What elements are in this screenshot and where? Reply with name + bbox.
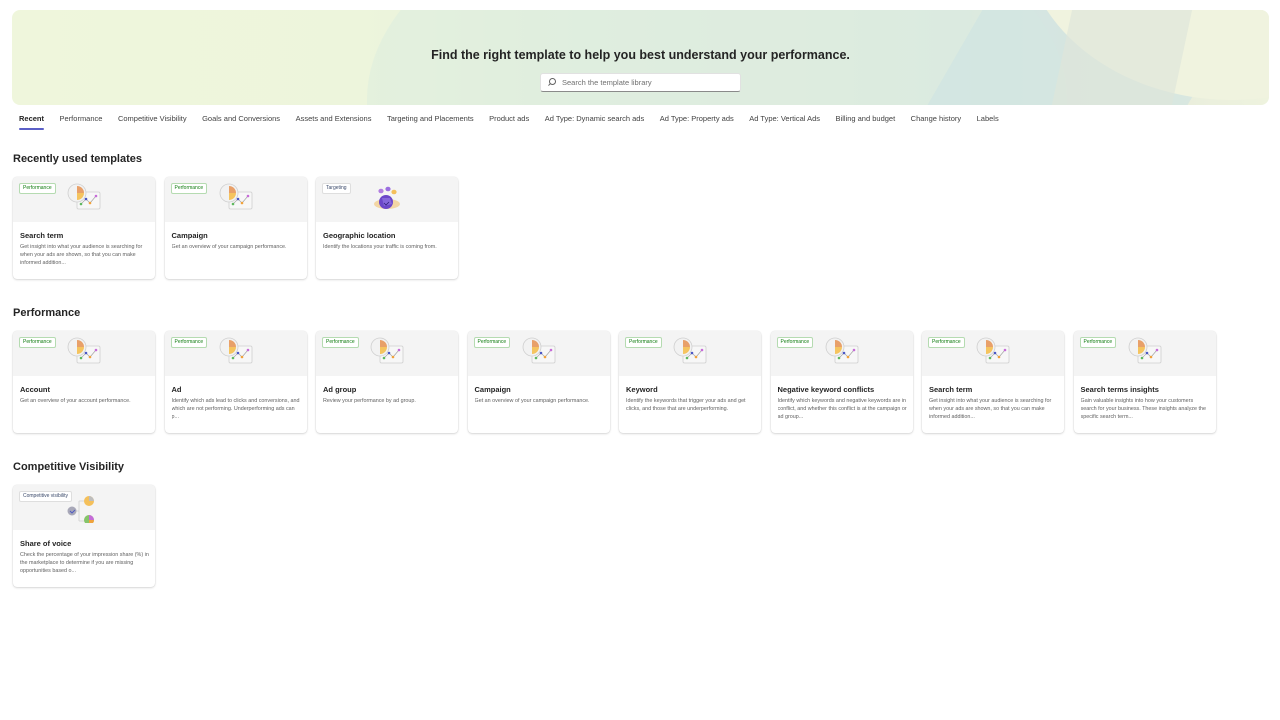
tab-performance[interactable]: Performance	[60, 112, 103, 132]
tab-recent[interactable]: Recent	[19, 112, 45, 132]
card-title: Share of voice	[20, 539, 72, 548]
performance-chart-icon	[522, 337, 556, 367]
performance-chart-icon	[1128, 337, 1162, 367]
card-description: Gain valuable insights into how your cus…	[1080, 398, 1206, 420]
template-card[interactable]: Performance Search term Get insight into …	[922, 331, 1064, 433]
card-title: Search terms insights	[1080, 385, 1159, 394]
category-badge: Performance	[473, 337, 511, 348]
template-card[interactable]: Performance Campaign Get an overview of y…	[467, 331, 610, 433]
performance-chart-icon	[370, 337, 404, 367]
card-title: Search term	[20, 231, 64, 240]
share-of-voice-icon	[65, 493, 99, 525]
category-badge: Performance	[1079, 337, 1117, 348]
tab-product-ads[interactable]: Product ads	[489, 112, 529, 132]
template-card[interactable]: Competitive visibility Share of voice Che…	[13, 485, 155, 587]
card-description: Get an overview of your account performa…	[20, 398, 131, 404]
tab-assets-and-extensions[interactable]: Assets and Extensions	[296, 112, 372, 132]
category-badge: Targeting	[322, 183, 351, 194]
performance-chart-icon	[219, 337, 253, 367]
category-badge: Performance	[625, 337, 662, 348]
card-title: Geographic location	[323, 231, 396, 240]
category-badge: Performance	[776, 337, 814, 348]
card-title: Ad	[171, 385, 182, 394]
tab-targeting-and-placements[interactable]: Targeting and Placements	[387, 112, 474, 132]
card-title: Ad group	[323, 385, 357, 394]
card-preview: Performance	[13, 331, 155, 376]
category-badge: Performance	[928, 337, 965, 348]
template-card[interactable]: Performance Account Get an overview of yo…	[13, 331, 155, 433]
card-preview: Performance	[164, 331, 307, 376]
card-description: Check the percentage of your impression …	[20, 552, 149, 574]
card-title: Negative keyword conflicts	[777, 385, 875, 394]
template-card[interactable]: Performance Campaign Get an overview of y…	[164, 177, 307, 279]
template-card[interactable]: Targeting Geographic location Identify th…	[316, 177, 458, 279]
template-card[interactable]: Performance Ad group Review your performa…	[316, 331, 458, 433]
performance-chart-icon	[825, 337, 859, 367]
card-preview: Performance	[13, 177, 155, 222]
card-preview: Competitive visibility	[13, 485, 155, 530]
performance-chart-icon	[67, 337, 101, 367]
template-search-input[interactable]	[562, 78, 732, 87]
card-preview: Performance	[770, 331, 913, 376]
performance-chart-icon	[976, 337, 1010, 367]
template-card[interactable]: Performance Keyword Identify the keywords…	[619, 331, 761, 433]
card-preview: Performance	[619, 331, 761, 376]
template-search-box[interactable]	[540, 73, 741, 92]
card-description: Get insight into what your audience is s…	[929, 398, 1052, 420]
tab-ad-type-dynamic-search-ads[interactable]: Ad Type: Dynamic search ads	[545, 112, 645, 132]
card-description: Identify which ads lead to clicks and co…	[171, 398, 300, 420]
card-title: Account	[20, 385, 50, 394]
template-card[interactable]: Performance Search terms insights Gain va…	[1073, 331, 1216, 433]
tab-labels[interactable]: Labels	[977, 112, 999, 132]
search-icon	[548, 78, 557, 87]
card-description: Get an overview of your campaign perform…	[474, 398, 590, 404]
card-description: Get insight into what your audience is s…	[20, 244, 143, 266]
template-card[interactable]: Performance Search term Get insight into …	[13, 177, 155, 279]
tab-competitive-visibility[interactable]: Competitive Visibility	[118, 112, 187, 132]
template-card[interactable]: Performance Ad Identify which ads lead to…	[164, 331, 307, 433]
card-description: Identify the locations your traffic is c…	[323, 244, 437, 250]
card-title: Campaign	[474, 385, 511, 394]
card-preview: Performance	[164, 177, 307, 222]
card-preview: Performance	[1073, 331, 1216, 376]
card-preview: Performance	[467, 331, 610, 376]
tab-ad-type-vertical-ads[interactable]: Ad Type: Vertical Ads	[749, 112, 820, 132]
tab-billing-and-budget[interactable]: Billing and budget	[836, 112, 896, 132]
category-badge: Performance	[19, 337, 56, 348]
section-title: Performance	[13, 307, 81, 319]
hero-title: Find the right template to help you best…	[431, 48, 850, 62]
targeting-location-icon	[370, 183, 404, 213]
card-description: Get an overview of your campaign perform…	[171, 244, 287, 250]
performance-chart-icon	[219, 183, 253, 213]
section-title: Recently used templates	[13, 153, 142, 165]
card-description: Identify which keywords and negative key…	[777, 398, 907, 420]
template-card[interactable]: Performance Negative keyword conflicts Id…	[770, 331, 913, 433]
card-title: Search term	[929, 385, 973, 394]
tab-ad-type-property-ads[interactable]: Ad Type: Property ads	[660, 112, 734, 132]
card-preview: Targeting	[316, 177, 458, 222]
performance-chart-icon	[67, 183, 101, 213]
tab-change-history[interactable]: Change history	[911, 112, 961, 132]
card-title: Campaign	[171, 231, 208, 240]
category-badge: Performance	[322, 337, 359, 348]
card-description: Identify the keywords that trigger your …	[626, 398, 746, 412]
card-preview: Performance	[316, 331, 458, 376]
category-badge: Performance	[170, 337, 208, 348]
category-tabs: Recent Performance Competitive Visibility G…	[19, 112, 1014, 132]
card-title: Keyword	[626, 385, 658, 394]
performance-chart-icon	[673, 337, 707, 367]
category-badge: Performance	[170, 183, 208, 194]
hero-banner: Find the right template to help you best…	[12, 10, 1269, 105]
category-badge: Performance	[19, 183, 56, 194]
card-description: Review your performance by ad group.	[323, 398, 416, 404]
card-preview: Performance	[922, 331, 1064, 376]
tab-goals-and-conversions[interactable]: Goals and Conversions	[202, 112, 280, 132]
section-title: Competitive Visibility	[13, 461, 125, 473]
